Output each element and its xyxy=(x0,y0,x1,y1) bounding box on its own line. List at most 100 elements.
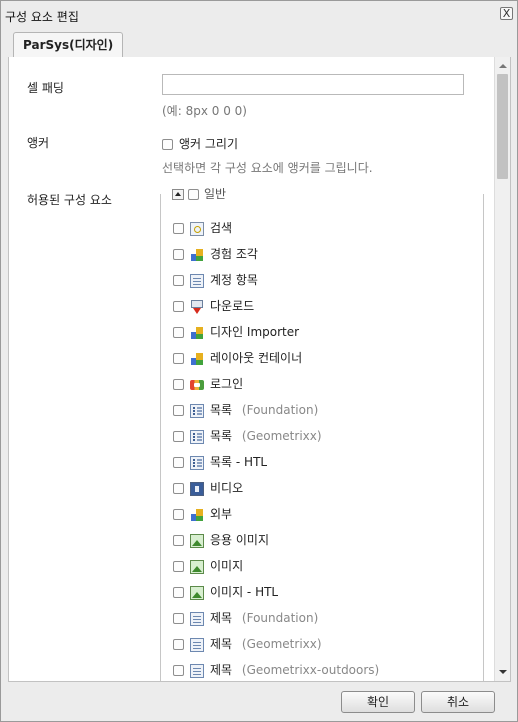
item-label: 다운로드 xyxy=(210,299,255,313)
document-icon xyxy=(190,611,204,626)
item-label: 디자인 Importer xyxy=(210,325,300,339)
item-label: 계정 항목 xyxy=(210,273,258,287)
item-checkbox[interactable] xyxy=(173,561,184,572)
item-note: (Geometrixx) xyxy=(238,637,322,651)
item-label: 제목 xyxy=(210,611,233,625)
close-button[interactable]: X xyxy=(500,7,513,20)
item-checkbox[interactable] xyxy=(173,483,184,494)
item-checkbox[interactable] xyxy=(173,613,184,624)
item-checkbox[interactable] xyxy=(173,665,184,676)
tab-panel: 셀 패딩 (예: 8px 0 0 0) 앵커 앵커 그리기 선택하면 각 구성 … xyxy=(8,57,511,682)
list-icon xyxy=(190,455,204,470)
anchor-option[interactable]: 앵커 그리기 xyxy=(162,135,238,152)
item-checkbox[interactable] xyxy=(173,301,184,312)
close-icon: X xyxy=(502,7,511,20)
login-icon xyxy=(190,378,204,392)
anchor-hint: 선택하면 각 구성 요소에 앵커를 그립니다. xyxy=(162,161,373,175)
list-item[interactable]: 제목 (Geometrixx) xyxy=(173,634,322,654)
item-checkbox[interactable] xyxy=(173,249,184,260)
item-checkbox[interactable] xyxy=(173,405,184,416)
image-icon xyxy=(190,533,204,548)
search-icon xyxy=(190,221,204,236)
list-item[interactable]: 로그인 xyxy=(173,374,243,394)
cell-padding-input[interactable] xyxy=(162,74,464,95)
list-item[interactable]: 제목 (Geometrixx-outdoors) xyxy=(173,660,379,680)
cell-padding-hint: (예: 8px 0 0 0) xyxy=(162,104,247,118)
scroll-thumb[interactable] xyxy=(497,74,508,179)
item-label: 목록 xyxy=(210,429,233,443)
document-icon xyxy=(190,663,204,678)
list-item[interactable]: 이미지 - HTL xyxy=(173,582,278,602)
list-item[interactable]: 다운로드 xyxy=(173,296,254,316)
item-label: 비디오 xyxy=(210,481,244,495)
item-label: 레이아웃 컨테이너 xyxy=(210,351,303,365)
tab-strip: ParSys(디자인) xyxy=(8,30,511,58)
item-label: 검색 xyxy=(210,221,233,235)
list-item[interactable]: 이미지 xyxy=(173,556,243,576)
scroll-up-arrow[interactable] xyxy=(499,64,507,68)
blocks-icon xyxy=(190,352,204,366)
anchor-checkbox[interactable] xyxy=(162,139,173,150)
list-item[interactable]: 디자인 Importer xyxy=(173,322,299,342)
video-icon xyxy=(190,481,204,496)
item-note: (Geometrixx) xyxy=(238,429,322,443)
list-item[interactable]: 목록 (Geometrixx) xyxy=(173,426,322,446)
item-checkbox[interactable] xyxy=(173,587,184,598)
item-checkbox[interactable] xyxy=(173,379,184,390)
item-checkbox[interactable] xyxy=(173,353,184,364)
cancel-button[interactable]: 취소 xyxy=(421,691,495,713)
item-label: 이미지 xyxy=(210,559,244,573)
component-group-header: 일반 xyxy=(172,185,230,203)
ok-button[interactable]: 확인 xyxy=(341,691,415,713)
item-note: (Foundation) xyxy=(238,611,319,625)
item-label: 제목 xyxy=(210,637,233,651)
list-icon xyxy=(190,403,204,418)
item-label: 외부 xyxy=(210,507,233,521)
blocks-icon xyxy=(190,508,204,522)
group-checkbox[interactable] xyxy=(188,189,199,200)
item-note: (Geometrixx-outdoors) xyxy=(238,663,380,677)
scroll-down-arrow[interactable] xyxy=(499,670,507,674)
item-checkbox[interactable] xyxy=(173,509,184,520)
list-icon xyxy=(190,429,204,444)
item-note: (Foundation) xyxy=(238,403,319,417)
dialog-footer: 확인 취소 xyxy=(1,682,517,721)
blocks-icon xyxy=(190,326,204,340)
item-checkbox[interactable] xyxy=(173,535,184,546)
item-checkbox[interactable] xyxy=(173,639,184,650)
list-item[interactable]: 계정 항목 xyxy=(173,270,258,290)
item-label: 응용 이미지 xyxy=(210,533,270,547)
group-name: 일반 xyxy=(204,187,227,201)
item-checkbox[interactable] xyxy=(173,223,184,234)
form-content: 셀 패딩 (예: 8px 0 0 0) 앵커 앵커 그리기 선택하면 각 구성 … xyxy=(9,57,495,681)
list-item[interactable]: 비디오 xyxy=(173,478,243,498)
item-label: 목록 - HTL xyxy=(210,455,268,469)
list-item[interactable]: 경험 조각 xyxy=(173,244,258,264)
blocks-icon xyxy=(190,248,204,262)
tab-parsys-design[interactable]: ParSys(디자인) xyxy=(13,32,124,57)
item-checkbox[interactable] xyxy=(173,327,184,338)
document-icon xyxy=(190,637,204,652)
list-item[interactable]: 목록 (Foundation) xyxy=(173,400,318,420)
list-item[interactable]: 응용 이미지 xyxy=(173,530,269,550)
download-icon xyxy=(190,299,204,314)
item-checkbox[interactable] xyxy=(173,431,184,442)
dialog-titlebar[interactable]: 구성 요소 편집 X xyxy=(1,1,517,29)
item-label: 제목 xyxy=(210,663,233,677)
list-item[interactable]: 검색 xyxy=(173,218,232,238)
list-item[interactable]: 외부 xyxy=(173,504,232,524)
item-checkbox[interactable] xyxy=(173,275,184,286)
list-item[interactable]: 제목 (Foundation) xyxy=(173,608,318,628)
edit-component-dialog: 구성 요소 편집 X ParSys(디자인) 셀 패딩 (예: 8px 0 0 … xyxy=(0,0,518,722)
image-icon xyxy=(190,559,204,574)
list-item[interactable]: 목록 - HTL xyxy=(173,452,267,472)
anchor-checkbox-label: 앵커 그리기 xyxy=(179,137,239,151)
collapse-group-button[interactable] xyxy=(172,189,184,200)
allowed-components-label: 허용된 구성 요소 xyxy=(27,193,112,207)
item-label: 이미지 - HTL xyxy=(210,585,279,599)
list-item[interactable]: 레이아웃 컨테이너 xyxy=(173,348,302,368)
cell-padding-label: 셀 패딩 xyxy=(27,81,64,95)
anchor-label: 앵커 xyxy=(27,136,50,150)
item-checkbox[interactable] xyxy=(173,457,184,468)
vertical-scrollbar[interactable] xyxy=(494,57,510,681)
